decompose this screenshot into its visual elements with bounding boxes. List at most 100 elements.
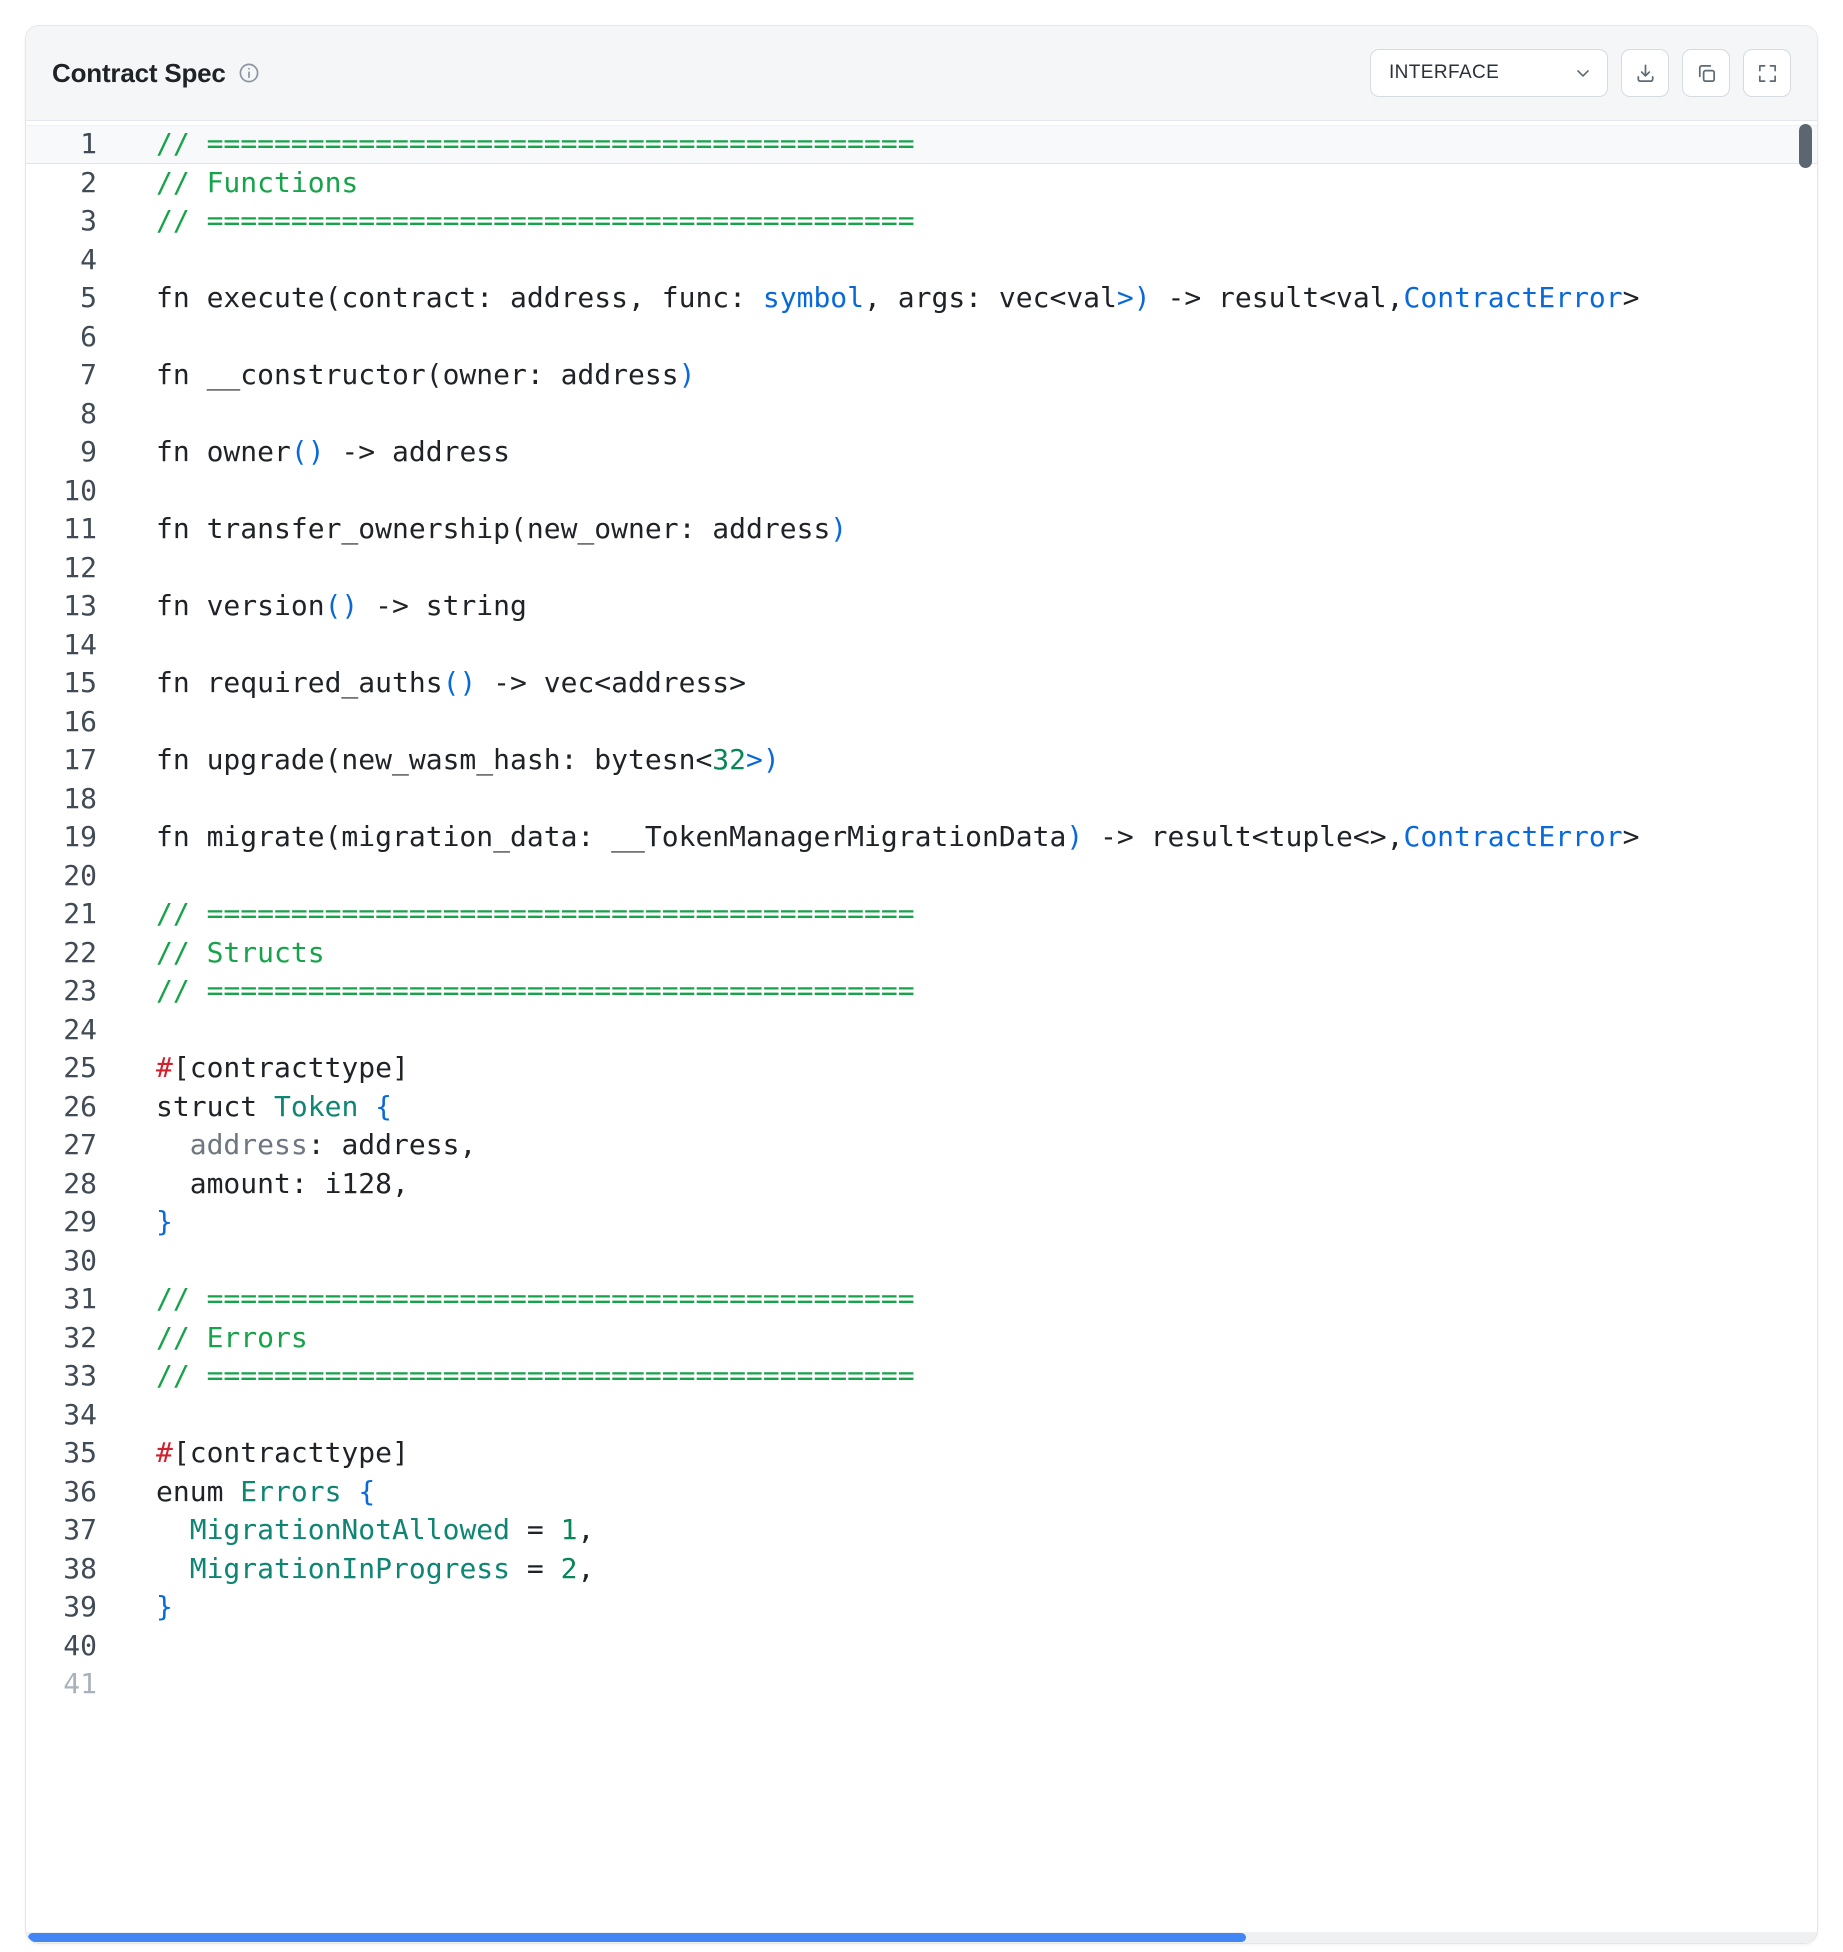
copy-button[interactable] <box>1682 49 1730 97</box>
code-line: 24 <box>26 1011 1817 1050</box>
line-number: 29 <box>26 1203 121 1242</box>
panel-header: Contract Spec INTERFACE <box>26 26 1817 121</box>
code-viewer[interactable]: 1 // ====================================… <box>26 121 1817 1943</box>
line-number: 23 <box>26 972 121 1011</box>
code-text: } <box>156 1203 173 1242</box>
line-number: 3 <box>26 202 121 241</box>
line-number: 16 <box>26 703 121 742</box>
code-line: 33// ===================================… <box>26 1357 1817 1396</box>
code-text: fn version() -> string <box>156 587 527 626</box>
line-number: 1 <box>26 125 121 164</box>
expand-icon <box>1756 62 1779 85</box>
code-line: 34 <box>26 1396 1817 1435</box>
line-number: 9 <box>26 433 121 472</box>
vertical-scrollbar-thumb[interactable] <box>1799 124 1812 168</box>
line-number: 8 <box>26 395 121 434</box>
line-number: 12 <box>26 549 121 588</box>
line-number: 13 <box>26 587 121 626</box>
info-icon[interactable] <box>237 61 261 85</box>
code-text: address: address, <box>156 1126 476 1165</box>
horizontal-scrollbar-thumb[interactable] <box>28 1933 1246 1942</box>
code-line: 12 <box>26 549 1817 588</box>
chevron-down-icon <box>1573 63 1593 83</box>
code-line: 1 // ====================================… <box>26 125 1817 164</box>
code-text: // =====================================… <box>156 972 915 1011</box>
line-number: 38 <box>26 1550 121 1589</box>
code-text: MigrationInProgress = 2, <box>156 1550 594 1589</box>
code-lines: 1 // ====================================… <box>26 125 1817 1704</box>
code-line: 40 <box>26 1627 1817 1666</box>
code-line: 15 fn required_auths() -> vec<address> <box>26 664 1817 703</box>
code-line: 4 <box>26 241 1817 280</box>
line-number: 4 <box>26 241 121 280</box>
code-text: #[contracttype] <box>156 1049 409 1088</box>
code-text: MigrationNotAllowed = 1, <box>156 1511 594 1550</box>
code-line: 21 // ===================================… <box>26 895 1817 934</box>
code-line: 29} <box>26 1203 1817 1242</box>
line-number: 21 <box>26 895 121 934</box>
code-line: 27 address: address, <box>26 1126 1817 1165</box>
line-number: 15 <box>26 664 121 703</box>
line-number: 22 <box>26 934 121 973</box>
line-number: 2 <box>26 164 121 203</box>
line-number: 31 <box>26 1280 121 1319</box>
line-number: 18 <box>26 780 121 819</box>
line-number: 11 <box>26 510 121 549</box>
code-line: 6 <box>26 318 1817 357</box>
expand-button[interactable] <box>1743 49 1791 97</box>
line-number: 26 <box>26 1088 121 1127</box>
line-number: 30 <box>26 1242 121 1281</box>
download-icon <box>1634 62 1657 85</box>
code-text: fn transfer_ownership(new_owner: address… <box>156 510 847 549</box>
line-number: 25 <box>26 1049 121 1088</box>
code-line: 5fn execute(contract: address, func: sym… <box>26 279 1817 318</box>
line-number: 6 <box>26 318 121 357</box>
code-line: 2// Functions <box>26 164 1817 203</box>
code-text: fn required_auths() -> vec<address> <box>156 664 746 703</box>
line-number: 33 <box>26 1357 121 1396</box>
line-number: 19 <box>26 818 121 857</box>
code-line: 11 fn transfer_ownership(new_owner: addre… <box>26 510 1817 549</box>
code-text: amount: i128, <box>156 1165 409 1204</box>
line-number: 37 <box>26 1511 121 1550</box>
code-line: 10 <box>26 472 1817 511</box>
line-number: 24 <box>26 1011 121 1050</box>
code-line: 3 // ====================================… <box>26 202 1817 241</box>
code-text: // =====================================… <box>156 202 915 241</box>
code-line: 13 fn version() -> string <box>26 587 1817 626</box>
view-selector[interactable]: INTERFACE <box>1370 49 1608 97</box>
line-number: 14 <box>26 626 121 665</box>
code-line: 17fn upgrade(new_wasm_hash: bytesn<32>) <box>26 741 1817 780</box>
code-line: 41 <box>26 1665 1817 1704</box>
header-left: Contract Spec <box>52 58 261 89</box>
code-line: 35#[contracttype] <box>26 1434 1817 1473</box>
code-text: fn upgrade(new_wasm_hash: bytesn<32>) <box>156 741 780 780</box>
line-number: 36 <box>26 1473 121 1512</box>
line-number: 27 <box>26 1126 121 1165</box>
code-line: 37 MigrationNotAllowed = 1, <box>26 1511 1817 1550</box>
code-text: // Structs <box>156 934 325 973</box>
code-text: // =====================================… <box>156 125 915 164</box>
code-line: 39} <box>26 1588 1817 1627</box>
code-line: 28 amount: i128, <box>26 1165 1817 1204</box>
line-number: 10 <box>26 472 121 511</box>
code-line: 25 #[contracttype] <box>26 1049 1817 1088</box>
horizontal-scrollbar[interactable] <box>26 1932 1817 1943</box>
line-number: 40 <box>26 1627 121 1666</box>
panel-title: Contract Spec <box>52 58 226 89</box>
code-line: 14 <box>26 626 1817 665</box>
code-line: 16 <box>26 703 1817 742</box>
code-line: 31 // ===================================… <box>26 1280 1817 1319</box>
code-text: enum Errors { <box>156 1473 375 1512</box>
line-number: 32 <box>26 1319 121 1358</box>
download-button[interactable] <box>1621 49 1669 97</box>
code-text: // =====================================… <box>156 1280 915 1319</box>
code-text: #[contracttype] <box>156 1434 409 1473</box>
code-text: fn owner() -> address <box>156 433 510 472</box>
line-number: 20 <box>26 857 121 896</box>
contract-spec-panel: Contract Spec INTERFACE <box>25 25 1818 1944</box>
code-line: 9 fn owner() -> address <box>26 433 1817 472</box>
code-text: // =====================================… <box>156 895 915 934</box>
line-number: 5 <box>26 279 121 318</box>
code-line: 36 enum Errors { <box>26 1473 1817 1512</box>
